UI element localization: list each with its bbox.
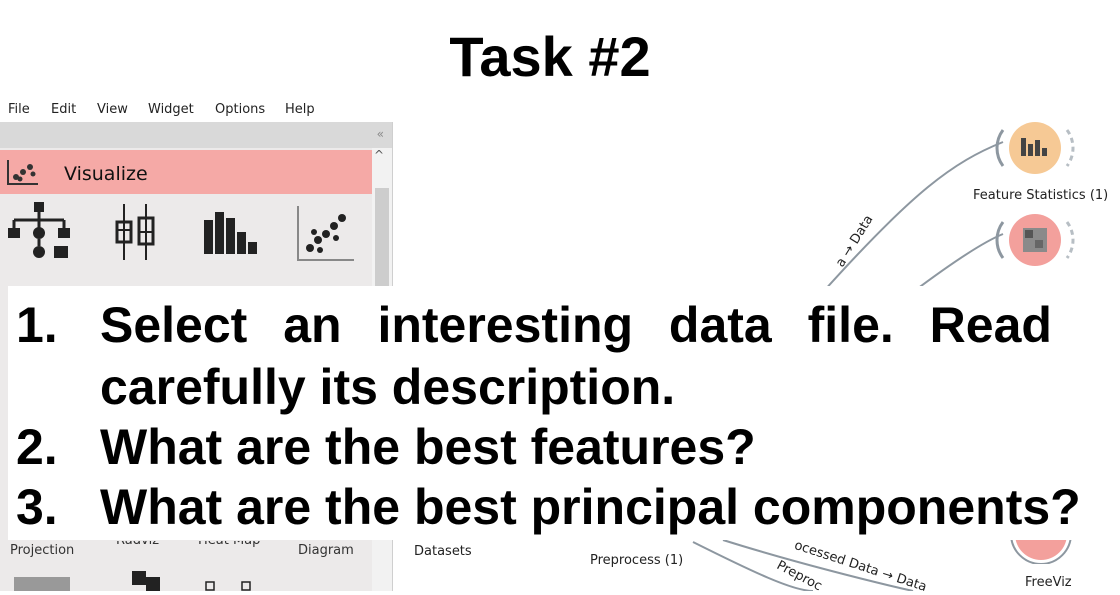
toolbox-header: « (0, 122, 392, 148)
slide-title-area: Task #2 (0, 0, 1120, 100)
distributions-icon[interactable] (204, 210, 260, 256)
radviz-icon-partial[interactable] (128, 571, 168, 591)
projection-label: Projection (10, 543, 75, 558)
category-visualize[interactable] (0, 150, 372, 194)
menu-options[interactable]: Options (215, 102, 265, 117)
scatter-plot-icon[interactable] (296, 204, 356, 262)
slide-title: Task #2 (449, 25, 651, 88)
task-3-number: 3. (16, 479, 58, 535)
menu-file[interactable]: File (8, 102, 30, 117)
diagram-label: Diagram (298, 543, 354, 558)
task-1-number: 1. (16, 297, 58, 353)
box-plot-icon[interactable] (112, 202, 158, 264)
collapse-icon[interactable]: « (377, 127, 384, 141)
datasets-label: Datasets (414, 544, 472, 559)
task-2-number: 2. (16, 419, 58, 475)
menu-widget[interactable]: Widget (148, 102, 194, 117)
menu-help[interactable]: Help (285, 102, 315, 117)
task-list-overlay: 1. Select an interesting data file. Read… (8, 286, 1116, 540)
scatter-category-icon (7, 160, 38, 185)
feature-statistics-label: Feature Statistics (1) (973, 188, 1109, 203)
feature-statistics-node[interactable] (989, 118, 1081, 180)
menu-edit[interactable]: Edit (51, 102, 76, 117)
menu-view[interactable]: View (97, 102, 128, 117)
tree-viewer-icon[interactable] (8, 202, 72, 264)
category-visualize-label: Visualize (64, 163, 148, 185)
task-1-text-cont: carefully its description. (100, 359, 676, 415)
task-2-text: What are the best features? (100, 419, 756, 475)
freeviz-label: FreeViz (1025, 575, 1072, 590)
heat-map-icon-partial[interactable] (200, 581, 256, 591)
task-1-text: Select an interesting data file. Read (100, 297, 1052, 353)
menu-bar: File Edit View Widget Options Help (0, 98, 1120, 122)
projection-icon-partial[interactable] (14, 577, 70, 591)
task-3-text: What are the best principal components? (100, 479, 1081, 535)
heat-map-node[interactable] (989, 210, 1081, 272)
scroll-up-icon[interactable]: ^ (374, 148, 384, 162)
preprocess-label: Preprocess (1) (590, 553, 684, 568)
